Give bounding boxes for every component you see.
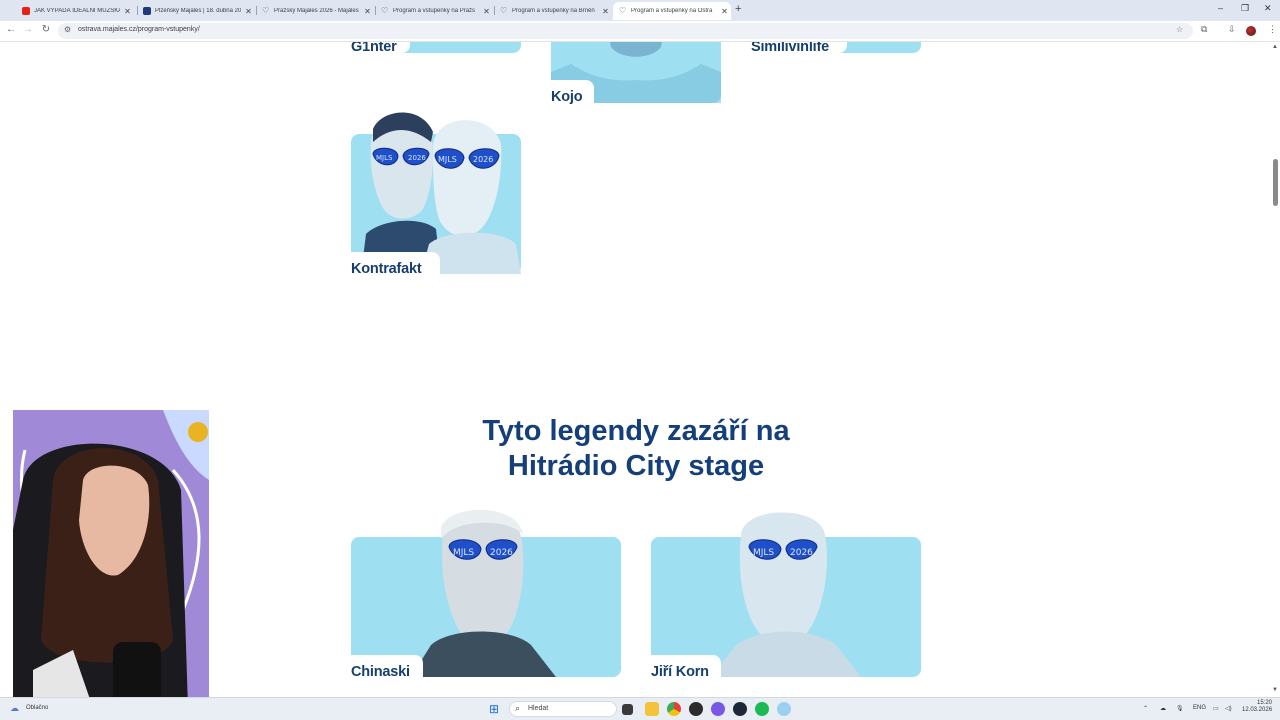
svg-text:2026: 2026 [408, 154, 426, 162]
heart-icon: ♡ [619, 6, 627, 15]
tab-title: Program a vstupenky na Brněn [512, 8, 595, 14]
svg-text:2026: 2026 [790, 548, 813, 558]
artist-card[interactable]: Kojo [551, 42, 721, 105]
windows-start-icon[interactable]: ⊞ [489, 702, 503, 716]
clock[interactable]: 15:20 12.03.2026 [1242, 700, 1272, 714]
artist-card[interactable]: MJLS 2026 Jiří Korn [651, 505, 921, 695]
stage-heading: Tyto legendy zazáří na Hitrádio City sta… [380, 414, 892, 484]
artist-name: Kontrafakt [351, 261, 422, 277]
stage-heading-line1: Tyto legendy zazáří na [482, 415, 790, 447]
search-placeholder: Hledat [528, 705, 549, 712]
scrollbar-thumb[interactable] [1273, 159, 1278, 206]
browser-tab-strip: JAK VYPADÁ IDEÁLNÍ MUŽSKÁ ✕ Plzeňský Maj… [0, 0, 1280, 21]
streamer-video [13, 410, 209, 708]
heart-icon: ♡ [262, 6, 270, 15]
minimize-icon[interactable]: – [1218, 3, 1223, 13]
browser-tab-active[interactable]: ♡ Program a vstupenky na Ostra ✕ [613, 2, 731, 20]
heart-icon: ♡ [500, 6, 508, 15]
heart-icon: ♡ [381, 6, 389, 15]
tab-title: Pražský Majáles 2026 - Majáles [274, 8, 359, 14]
tab-title: Plzeňský Majáles | 18. dubna 20 [155, 8, 241, 14]
file-explorer-icon[interactable] [645, 702, 659, 716]
browser-tab[interactable]: JAK VYPADÁ IDEÁLNÍ MUŽSKÁ ✕ [16, 2, 134, 20]
artist-card[interactable]: MJLS 2026 Chinaski [351, 505, 621, 695]
browser-toolbar: ← → ↻ ⚙ ostrava.majales.cz/program-vstup… [0, 21, 1280, 42]
artist-name: Similivinlife [751, 42, 829, 55]
webcam-overlay [13, 410, 209, 708]
messenger-icon[interactable] [711, 702, 725, 716]
new-tab-button[interactable]: + [735, 3, 741, 15]
browser-tab[interactable]: ♡ Program a vstupenky na Pražs ✕ [375, 2, 493, 20]
stage-heading-line2: Hitrádio City stage [507, 450, 765, 482]
youtube-icon [22, 7, 30, 15]
scroll-up-arrow[interactable]: ▲ [1272, 44, 1278, 50]
close-tab-icon[interactable]: ✕ [123, 7, 132, 16]
svg-text:2026: 2026 [490, 548, 513, 558]
artist-card[interactable]: G1nter [351, 42, 521, 55]
scroll-down-arrow[interactable]: ▼ [1272, 687, 1278, 693]
menu-kebab-icon[interactable]: ⋮ [1268, 24, 1277, 35]
close-tab-icon[interactable]: ✕ [720, 7, 729, 16]
svg-text:MJLS: MJLS [753, 548, 774, 558]
reload-icon[interactable]: ↻ [40, 24, 52, 35]
svg-text:MJLS: MJLS [376, 154, 393, 162]
search-icon: ⌕ [515, 703, 521, 713]
tab-title: JAK VYPADÁ IDEÁLNÍ MUŽSKÁ [34, 8, 120, 14]
app-icon[interactable] [777, 702, 791, 716]
kontrafakt-portrait: MJLS 2026 MJLS 2026 [361, 112, 521, 274]
address-bar[interactable]: ⚙ ostrava.majales.cz/program-vstupenky/ … [58, 23, 1193, 39]
tab-title: Program a vstupenky na Pražs [393, 8, 476, 14]
browser-tab[interactable]: ♡ Program a vstupenky na Brněn ✕ [494, 2, 612, 20]
svg-text:MJLS: MJLS [453, 548, 474, 558]
bookmark-star-icon[interactable]: ☆ [1176, 25, 1183, 34]
back-icon[interactable]: ← [5, 24, 17, 35]
downloads-icon[interactable]: ⇩ [1228, 24, 1236, 35]
artist-name: Jiří Korn [651, 664, 709, 680]
cloud-icon[interactable]: ☁ [1160, 705, 1166, 712]
weather-text[interactable]: Oblačno [26, 705, 48, 711]
clock-time: 15:20 [1256, 700, 1272, 706]
restore-icon[interactable]: ❐ [1241, 3, 1249, 14]
artist-name: Kojo [551, 89, 583, 105]
close-window-icon[interactable]: ✕ [1264, 3, 1272, 14]
taskbar-search[interactable]: ⌕ Hledat [509, 701, 617, 717]
extensions-icon[interactable]: ⧉ [1201, 24, 1207, 35]
volume-icon[interactable]: ◁) [1225, 705, 1232, 712]
chevron-up-icon[interactable]: ⌃ [1143, 705, 1148, 712]
site-favicon-icon [143, 7, 151, 15]
profile-avatar[interactable] [1246, 26, 1256, 36]
forward-icon[interactable]: → [22, 24, 34, 35]
spotify-icon[interactable] [755, 702, 769, 716]
app-icon[interactable] [689, 702, 703, 716]
browser-tab[interactable]: ♡ Pražský Majáles 2026 - Majáles ✕ [256, 2, 374, 20]
svg-text:MJLS: MJLS [438, 155, 457, 164]
steam-icon[interactable] [733, 702, 747, 716]
artist-card[interactable]: MJLS 2026 MJLS 2026 Kontrafakt [351, 104, 521, 277]
svg-text:2026: 2026 [473, 155, 493, 164]
close-tab-icon[interactable]: ✕ [601, 7, 610, 16]
weather-icon[interactable]: ☁ [10, 703, 19, 714]
artist-name: Chinaski [351, 664, 410, 680]
task-view-icon[interactable] [622, 704, 633, 715]
close-tab-icon[interactable]: ✕ [363, 7, 372, 16]
network-icon[interactable]: ▭ [1213, 705, 1219, 712]
browser-tab[interactable]: Plzeňský Majáles | 18. dubna 20 ✕ [137, 2, 255, 20]
site-info-icon[interactable]: ⚙ [64, 25, 71, 34]
close-tab-icon[interactable]: ✕ [482, 7, 491, 16]
artist-name: G1nter [351, 42, 397, 55]
tab-title: Program a vstupenky na Ostra [631, 8, 713, 14]
chrome-icon[interactable] [667, 702, 681, 716]
language-indicator[interactable]: ENG [1193, 705, 1206, 711]
url-text: ostrava.majales.cz/program-vstupenky/ [78, 26, 200, 33]
close-tab-icon[interactable]: ✕ [244, 7, 253, 16]
microphone-icon[interactable]: 🎙 [1176, 705, 1184, 712]
artist-card[interactable]: Similivinlife [751, 42, 921, 55]
windows-taskbar: ☁ Oblačno ⊞ ⌕ Hledat ⌃ ☁ 🎙 ENG ▭ ◁) 15:2… [0, 697, 1280, 720]
clock-date: 12.03.2026 [1242, 707, 1273, 713]
